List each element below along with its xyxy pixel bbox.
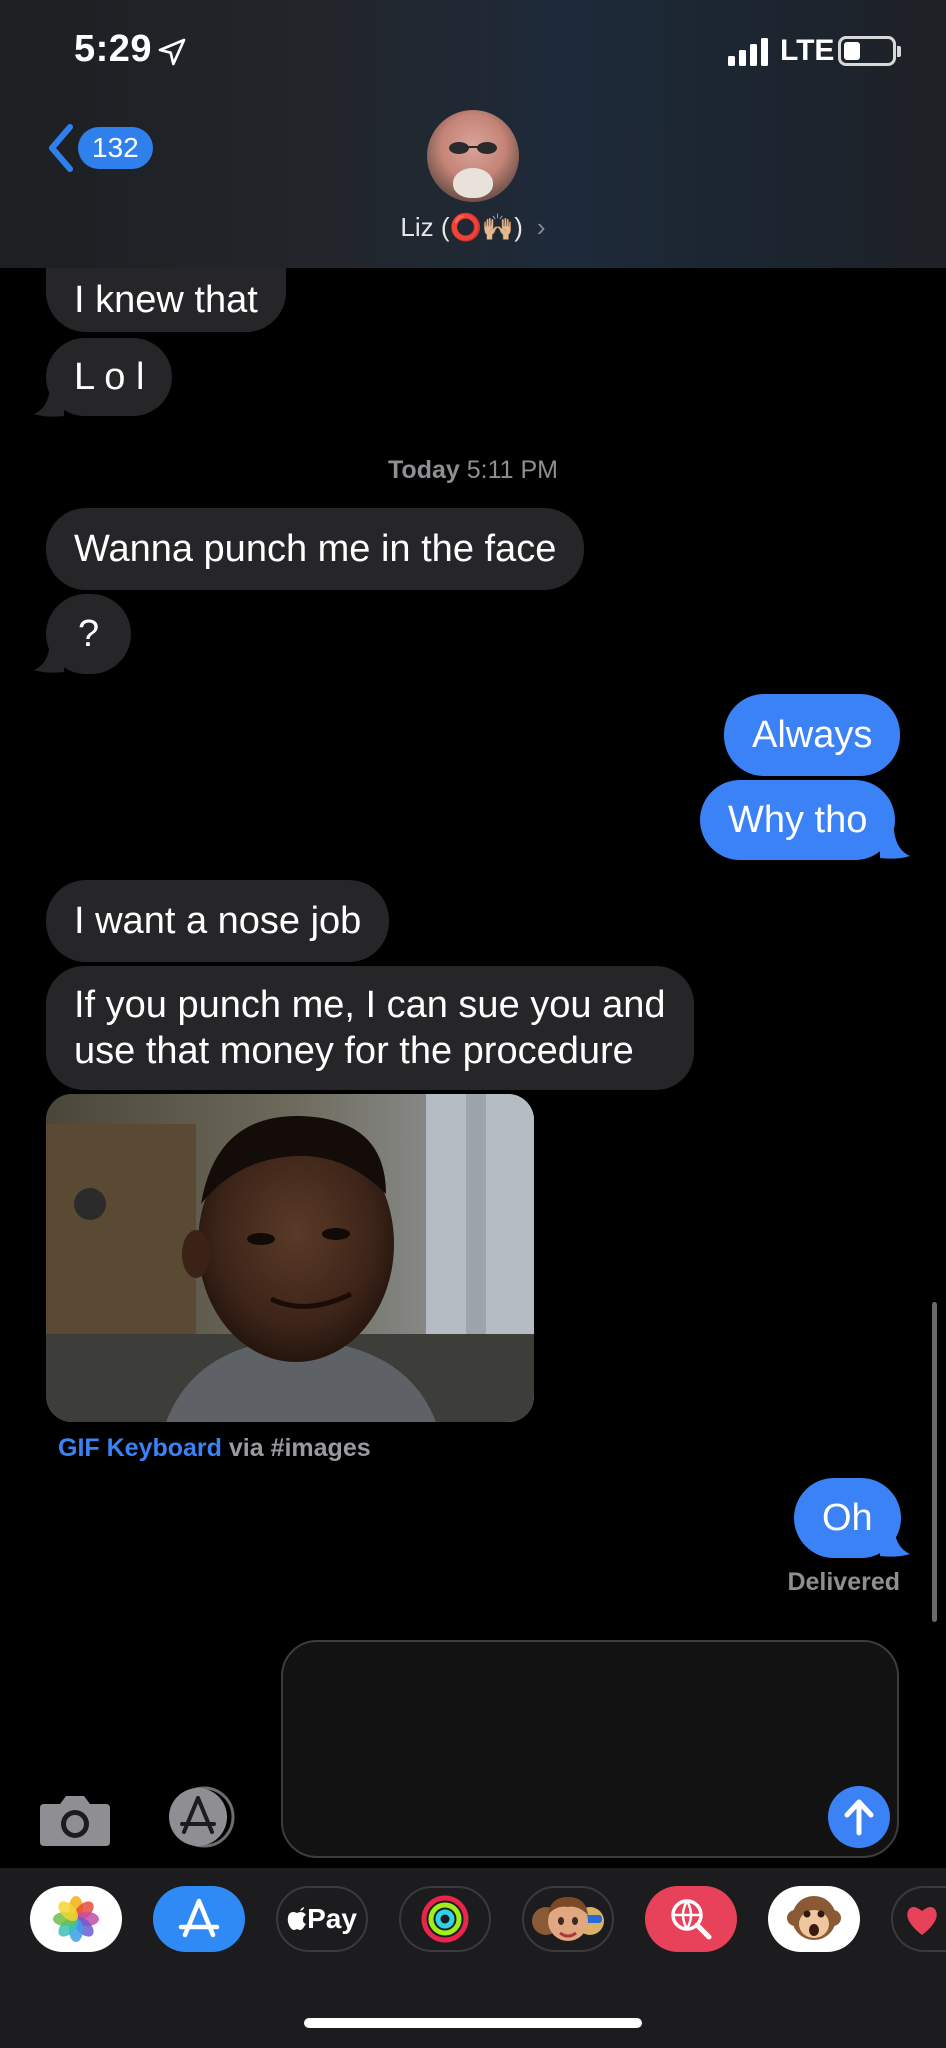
heart-icon [907,1907,937,1935]
battery-icon [838,36,896,66]
activity-app-icon[interactable] [399,1886,491,1952]
message-text: Wanna punch me in the face [74,528,557,570]
camera-icon[interactable] [38,1790,112,1848]
monkey-icon [787,1896,841,1940]
chevron-right-icon: › [536,212,546,242]
web-images-app-icon[interactable] [645,1886,737,1952]
incoming-message[interactable]: I want a nose job [46,880,390,962]
activity-rings-icon [421,1895,469,1943]
apple-logo-icon [287,1907,307,1930]
message-text: L o l [74,356,145,398]
message-timestamp: Today 5:11 PM [0,456,946,485]
contact-avatar[interactable] [427,110,519,202]
message-text: I knew that [74,279,258,321]
gif-attribution: GIF Keyboard via #images [58,1434,371,1463]
globe-search-icon [671,1899,712,1940]
message-text-line: If you punch me, I can sue you and [74,984,666,1026]
contact-name-row[interactable]: Liz (⭕🙌🏼) › [0,212,946,243]
memoji-icon [532,1897,604,1941]
unread-count-badge: 132 [78,127,153,169]
scrollbar[interactable] [932,1302,937,1622]
message-text: Why tho [728,799,868,841]
gif-keyboard-link[interactable]: GIF Keyboard [58,1434,222,1462]
message-text: ? [78,613,100,655]
gif-image[interactable] [46,1094,534,1422]
timestamp-day: Today [388,456,460,484]
outgoing-message[interactable]: Always [724,694,901,776]
arrow-up-icon [844,1799,874,1836]
avatar-beard [453,168,493,198]
photos-icon [53,1896,99,1942]
animoji-app-icon[interactable] [768,1886,860,1952]
incoming-message[interactable]: L o l [46,338,173,416]
app-store-button-icon[interactable] [160,1786,242,1848]
photos-app-icon[interactable] [30,1886,122,1952]
back-button[interactable]: 132 [44,120,154,176]
timestamp-time: 5:11 PM [459,456,558,484]
app-store-app-icon[interactable] [153,1886,245,1952]
apple-pay-label: Pay [307,1903,357,1934]
contact-name[interactable]: Liz (⭕🙌🏼) [400,212,523,243]
incoming-message[interactable]: Wanna punch me in the face [46,508,585,590]
outgoing-message[interactable]: Why tho [700,780,896,860]
send-button[interactable] [828,1786,890,1848]
gif-via-text: via #images [221,1434,371,1462]
app-store-icon [178,1898,220,1938]
message-text: I want a nose job [74,900,362,942]
bubble-tail [34,388,64,417]
location-arrow-icon [158,38,186,66]
home-indicator[interactable] [304,2018,642,2028]
apple-pay-app-icon[interactable]: Pay [276,1886,368,1952]
network-type: LTE [780,34,835,67]
message-input[interactable] [281,1640,899,1858]
delivery-status: Delivered [787,1568,900,1596]
bubble-tail [34,644,64,673]
message-text-line: use that money for the procedure [74,1030,634,1072]
cellular-signal-icon [728,38,768,66]
message-text: Oh [822,1497,873,1539]
battery-cap [897,46,901,57]
incoming-message[interactable]: I knew that [46,268,286,332]
message-text: Always [752,714,873,756]
conversation-header: 5:29 LTE 132 Liz (⭕🙌🏼) › [0,0,946,268]
bubble-tail [880,830,910,859]
status-time: 5:29 [74,28,153,70]
chevron-left-icon [49,124,73,172]
avatar-glasses [449,142,497,154]
memoji-stickers-app-icon[interactable] [522,1886,614,1952]
incoming-message[interactable]: If you punch me, I can sue you and use t… [46,966,694,1090]
bubble-tail [880,1528,910,1557]
gif-scene [46,1094,534,1422]
